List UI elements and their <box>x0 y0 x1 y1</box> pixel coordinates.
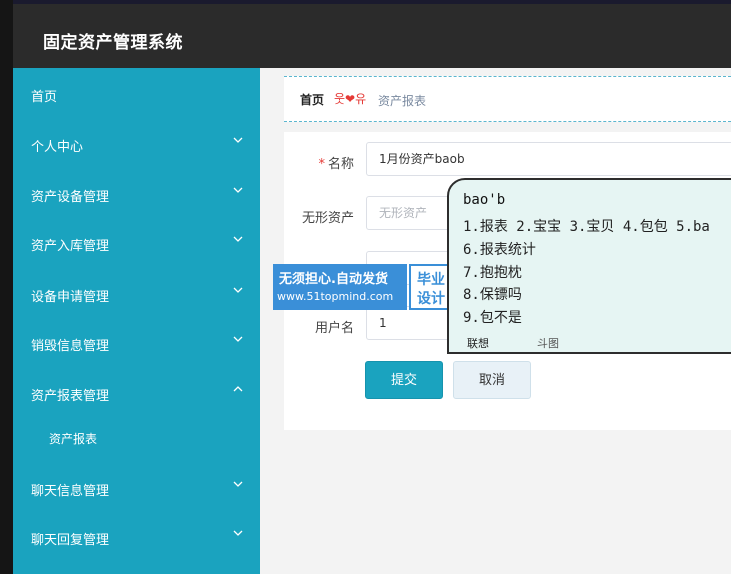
chevron-down-icon <box>233 336 243 342</box>
sidebar-item-chat-info[interactable]: 聊天信息管理 <box>13 468 260 508</box>
sidebar-item-label: 资产设备管理 <box>31 190 110 205</box>
ime-candidate-row[interactable]: 1.报表 2.宝宝 3.宝贝 4.包包 5.ba <box>463 216 710 236</box>
window-edge <box>0 0 13 574</box>
ime-candidate-row[interactable]: 7.抱抱枕 <box>463 262 522 282</box>
username-field-label: 用户名 <box>314 321 354 336</box>
watermark: 无须担心.自动发货 www.51topmind.com 毕业 设计 <box>273 264 456 310</box>
chevron-down-icon <box>233 530 243 536</box>
sidebar-item-chat-reply[interactable]: 聊天回复管理 <box>13 517 260 557</box>
app-title: 固定资产管理系统 <box>43 33 183 53</box>
name-label-text: 名称 <box>327 157 354 172</box>
ime-tab-association[interactable]: 联想 <box>467 335 489 352</box>
sidebar-item-personal-center[interactable]: 个人中心 <box>13 124 260 164</box>
sidebar: 首页 个人中心 资产设备管理 资产入库管理 设备申请管理 销毁信息管理 资产报表… <box>13 68 260 574</box>
sidebar-item-label: 资产报表 <box>49 432 98 446</box>
chevron-down-icon <box>233 481 243 487</box>
breadcrumb-separator: 웃❤유 <box>334 92 367 106</box>
top-header: 固定资产管理系统 <box>13 0 731 68</box>
ime-candidate-row[interactable]: 9.包不是 <box>463 307 522 327</box>
name-input[interactable]: 1月份资产baob <box>366 142 731 176</box>
sidebar-item-label: 首页 <box>31 90 58 105</box>
ime-candidate-popup: bao'b 1.报表 2.宝宝 3.宝贝 4.包包 5.ba 6.报表统计 7.… <box>447 178 731 354</box>
watermark-badge-line2: 设计 <box>417 291 445 307</box>
watermark-banner: 无须担心.自动发货 www.51topmind.com <box>273 264 407 310</box>
watermark-slogan: 无须担心.自动发货 <box>279 272 388 287</box>
sidebar-item-destruction-info[interactable]: 销毁信息管理 <box>13 323 260 363</box>
watermark-badge-line1: 毕业 <box>417 272 445 288</box>
chevron-down-icon <box>233 137 243 143</box>
sidebar-item-label: 资产入库管理 <box>31 239 110 254</box>
breadcrumb: 首页 웃❤유 资产报表 <box>284 76 731 122</box>
sidebar-item-asset-inbound[interactable]: 资产入库管理 <box>13 223 260 263</box>
cancel-button[interactable]: 取消 <box>453 361 531 399</box>
sidebar-item-label: 个人中心 <box>31 140 84 155</box>
ime-candidate-row[interactable]: 6.报表统计 <box>463 239 536 259</box>
ime-tab-sticker[interactable]: 斗图 <box>537 335 559 351</box>
ime-tabs: 联想 斗图 <box>459 332 731 352</box>
sidebar-item-asset-report-mgmt[interactable]: 资产报表管理 <box>13 373 260 413</box>
sidebar-item-device-request[interactable]: 设备申请管理 <box>13 274 260 314</box>
watermark-url: www.51topmind.com <box>277 290 394 303</box>
chevron-up-icon <box>233 386 243 392</box>
sidebar-item-label: 聊天信息管理 <box>31 484 110 499</box>
sidebar-item-label: 资产报表管理 <box>31 389 110 404</box>
chevron-down-icon <box>233 187 243 193</box>
ime-composition-text: bao'b <box>463 192 506 208</box>
sidebar-item-asset-equipment[interactable]: 资产设备管理 <box>13 174 260 214</box>
sidebar-item-label: 设备申请管理 <box>31 290 110 305</box>
name-field-label: * 名称 <box>284 153 354 172</box>
required-marker: * <box>318 157 325 172</box>
sidebar-item-label: 聊天回复管理 <box>31 533 110 548</box>
breadcrumb-current: 资产报表 <box>378 94 427 108</box>
sidebar-item-home[interactable]: 首页 <box>13 74 260 114</box>
breadcrumb-home-link[interactable]: 首页 <box>300 91 324 108</box>
ime-candidate-row[interactable]: 8.保镖吗 <box>463 284 522 304</box>
intangible-field-label: 无形资产 <box>301 211 354 226</box>
sidebar-item-label: 销毁信息管理 <box>31 339 110 354</box>
sidebar-subitem-asset-report[interactable]: 资产报表 <box>13 418 260 458</box>
submit-button[interactable]: 提交 <box>365 361 443 399</box>
chevron-down-icon <box>233 287 243 293</box>
chevron-down-icon <box>233 236 243 242</box>
